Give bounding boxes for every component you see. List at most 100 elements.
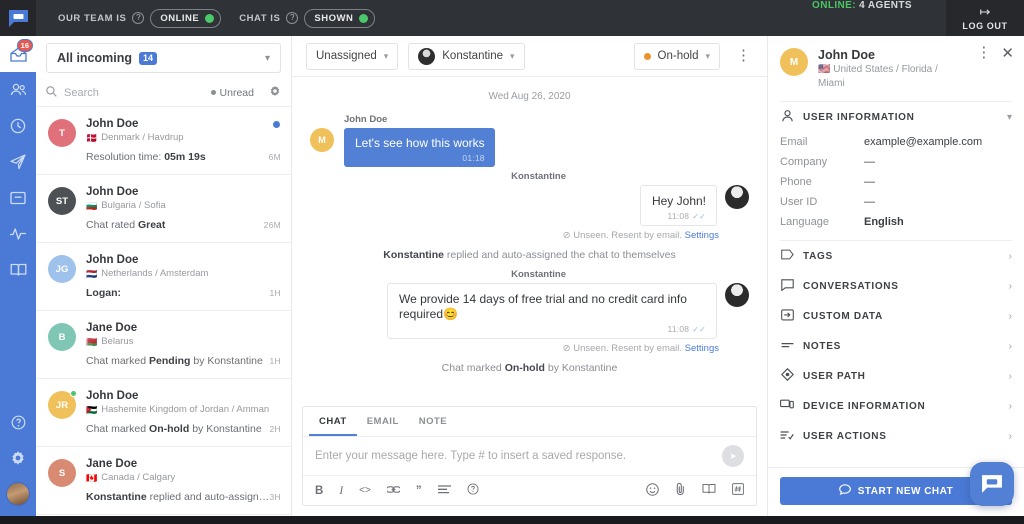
send-icon — [10, 154, 26, 170]
message-author: John Doe — [344, 114, 749, 125]
section-custom-data[interactable]: CUSTOM DATA› — [768, 301, 1024, 331]
chat-widget-fab[interactable] — [970, 462, 1014, 506]
delivery-settings-link[interactable]: Settings — [685, 343, 719, 354]
team-help-icon[interactable]: ? — [132, 12, 144, 24]
chat-avatar: JG — [48, 255, 76, 283]
close-panel-icon[interactable]: ✕ — [1001, 48, 1014, 60]
section-conversations[interactable]: CONVERSATIONS› — [768, 271, 1024, 301]
quote-button[interactable]: ” — [416, 485, 422, 497]
chat-help-icon[interactable]: ? — [286, 12, 298, 24]
chat-timestamp: 1H — [270, 288, 281, 298]
flag-icon: 🇯🇴 — [86, 403, 97, 417]
delivery-settings-link[interactable]: Settings — [685, 230, 719, 241]
chat-list-item[interactable]: JRJohn Doe🇯🇴Hashemite Kingdom of Jordan … — [36, 379, 291, 447]
saved-responses-icon[interactable] — [702, 483, 716, 498]
rail-item-history[interactable] — [0, 108, 36, 144]
composer-tab-chat[interactable]: CHAT — [309, 407, 357, 436]
link-icon[interactable] — [387, 485, 400, 497]
chat-list-item[interactable]: SJane Doe🇨🇦Canada / CalgaryKonstantine r… — [36, 447, 291, 515]
attachment-icon[interactable] — [675, 482, 686, 499]
inbox-filter-select[interactable]: All incoming 14 ▾ — [46, 43, 281, 73]
chat-visibility-toggle[interactable]: SHOWN — [304, 9, 375, 28]
chat-list-header: All incoming 14 ▾ — [36, 36, 291, 79]
section-user-path[interactable]: USER PATH› — [768, 361, 1024, 391]
search-input[interactable]: Search — [64, 87, 204, 99]
rail-item-campaigns[interactable] — [0, 144, 36, 180]
message-group: John DoeMLet's see how this works01:18 — [310, 114, 749, 167]
read-receipt-icon: ✓✓ — [692, 325, 706, 334]
section-title: USER ACTIONS — [803, 431, 1000, 442]
message-bubble: Let's see how this works 01:18 — [344, 128, 495, 167]
chat-contact-name: John Doe — [86, 185, 281, 199]
composer-tabs: CHATEMAILNOTE — [303, 407, 756, 437]
message-author: Konstantine — [310, 171, 566, 182]
chat-avatar: ST — [48, 187, 76, 215]
rail-item-analytics[interactable] — [0, 216, 36, 252]
section-icon — [780, 249, 794, 263]
team-status-toggle[interactable]: ONLINE — [150, 9, 221, 28]
search-icon — [46, 86, 57, 100]
list-settings-gear-icon[interactable] — [269, 85, 281, 100]
rail-item-inbox[interactable]: 16 — [0, 36, 36, 72]
composer-tab-email[interactable]: EMAIL — [357, 407, 409, 436]
section-user-actions[interactable]: USER ACTIONS› — [768, 421, 1024, 451]
chat-list-item[interactable]: BJane Doe🇧🇾BelarusChat marked Pending by… — [36, 311, 291, 379]
message-meta: 01:18 — [355, 153, 485, 163]
start-new-chat-label: START NEW CHAT — [858, 486, 954, 497]
flag-icon: 🇧🇾 — [86, 335, 97, 349]
message-input[interactable]: Enter your message here. Type # to inser… — [315, 450, 722, 462]
rail-item-settings[interactable] — [0, 440, 36, 476]
logout-button[interactable]: ↦ LOG OUT — [946, 0, 1024, 36]
chat-visibility-value: SHOWN — [314, 13, 353, 24]
chat-preview: Chat marked Pending by Konstantine — [86, 354, 271, 368]
section-icon — [780, 279, 794, 294]
hashtag-icon[interactable] — [732, 483, 744, 498]
status-dot-icon — [644, 53, 651, 60]
emoji-icon[interactable] — [646, 483, 659, 499]
send-button[interactable]: ➤ — [722, 445, 744, 467]
current-user-avatar[interactable] — [6, 482, 30, 506]
rail-item-teams[interactable] — [0, 72, 36, 108]
chat-list-item[interactable]: TJohn Doe🇩🇰Denmark / HavdrupResolution t… — [36, 107, 291, 175]
chat-contact-location: 🇩🇰Denmark / Havdrup — [86, 131, 281, 145]
section-tags[interactable]: TAGS› — [768, 241, 1024, 271]
help-icon[interactable] — [467, 483, 479, 498]
online-indicator — [70, 390, 77, 397]
unread-filter[interactable]: Unread — [211, 87, 254, 99]
conversation-more-menu[interactable]: ⋮ — [730, 51, 757, 61]
chat-visibility-group: CHAT IS ? SHOWN — [239, 9, 375, 28]
chat-status-select[interactable]: On-hold ▾ — [634, 43, 720, 70]
rail-item-archives[interactable] — [0, 180, 36, 216]
message-bubble: Hey John!11:08✓✓ — [640, 185, 717, 226]
chat-list-item[interactable]: JGJohn Doe🇳🇱Netherlands / AmsterdamLogan… — [36, 243, 291, 311]
message-text: Let's see how this works — [355, 136, 485, 151]
chevron-right-icon: › — [1009, 281, 1012, 292]
rail-item-help[interactable] — [0, 404, 36, 440]
section-title: NOTES — [803, 341, 1000, 352]
italic-button[interactable]: I — [339, 485, 343, 497]
chat-list-item[interactable]: STJohn Doe🇧🇬Bulgaria / SofiaChat rated G… — [36, 175, 291, 243]
customer-more-menu[interactable]: ⋮ — [976, 48, 991, 58]
section-user-information[interactable]: USER INFORMATION ▾ — [768, 102, 1024, 132]
section-notes[interactable]: NOTES› — [768, 331, 1024, 361]
chat-timestamp: 2H — [270, 424, 281, 434]
user-info-key: Language — [780, 216, 864, 228]
app-logo[interactable] — [0, 0, 36, 36]
user-info-value: English — [864, 216, 904, 228]
message-thread: Wed Aug 26, 2020 John DoeMLet's see how … — [292, 77, 767, 406]
section-device-information[interactable]: DEVICE INFORMATION› — [768, 391, 1024, 421]
code-button[interactable]: <> — [359, 485, 371, 496]
agent-select[interactable]: Konstantine ▾ — [408, 43, 524, 70]
customer-avatar: M — [780, 48, 808, 76]
messages-container: John DoeMLet's see how this works01:18Ko… — [310, 114, 749, 374]
rail-item-knowledge-base[interactable] — [0, 252, 36, 288]
system-event: Chat marked On-hold by Konstantine — [310, 362, 749, 374]
bold-button[interactable]: B — [315, 485, 323, 497]
composer-tab-note[interactable]: NOTE — [409, 407, 457, 436]
chat-contact-location: 🇳🇱Netherlands / Amsterdam — [86, 267, 281, 281]
list-icon[interactable] — [438, 485, 451, 497]
chat-timestamp: 3H — [270, 492, 281, 502]
section-icon — [780, 430, 794, 443]
assignment-select[interactable]: Unassigned ▾ — [306, 43, 398, 70]
chat-preview: Chat rated Great — [86, 218, 271, 232]
